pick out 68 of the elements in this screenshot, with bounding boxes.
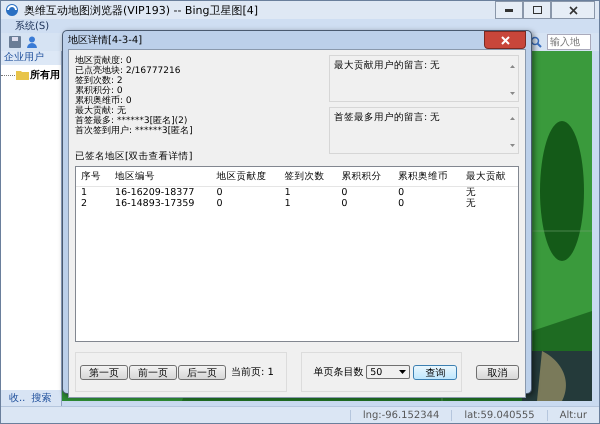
caret-icon bbox=[399, 370, 406, 374]
column-header[interactable]: 地区编号 bbox=[110, 167, 212, 186]
page-button[interactable]: 前一页 bbox=[129, 364, 177, 380]
close-button[interactable] bbox=[551, 1, 595, 19]
dialog-title: 地区详情[4-3-4] bbox=[68, 34, 142, 47]
table-cell: 1 bbox=[280, 186, 336, 198]
search-field[interactable]: 输入地 bbox=[547, 34, 591, 50]
tree-item[interactable]: 所有用 bbox=[30, 68, 60, 82]
message-text: 首签最多用户的留言: 无 bbox=[334, 111, 440, 125]
table-cell-text: 16-14893-17359 bbox=[114, 198, 196, 209]
scroll-down-icon bbox=[510, 92, 514, 95]
column-header[interactable]: 累积积分 bbox=[336, 167, 394, 186]
status-text: lat:59.040555 bbox=[451, 410, 547, 420]
table-cell-text: 1 bbox=[284, 198, 292, 209]
query-button[interactable]: 查询 bbox=[413, 364, 458, 380]
folder-icon bbox=[16, 70, 29, 80]
status-text: lng:-96.152344 bbox=[350, 410, 452, 420]
close-button[interactable] bbox=[484, 31, 526, 49]
table-cell-text: 0 bbox=[216, 198, 224, 209]
column-header[interactable]: 地区贡献度 bbox=[212, 167, 280, 186]
list-label: 已签名地区[双击查看详情] bbox=[75, 150, 194, 163]
scroll-down-icon bbox=[510, 144, 514, 147]
page-size-dropdown[interactable]: 50 bbox=[366, 365, 410, 379]
sidebar-title: 企业用户 bbox=[1, 51, 61, 65]
current-page-text: 当前页: 1 bbox=[231, 366, 274, 379]
page-button[interactable]: 第一页 bbox=[80, 364, 128, 380]
info-text: 签到次数: 2 bbox=[75, 76, 124, 86]
maximize-button[interactable] bbox=[523, 1, 551, 19]
table-cell: 16-16209-18377 bbox=[110, 186, 212, 198]
save-icon bbox=[9, 36, 21, 48]
menu-item[interactable]: 系统(S) bbox=[15, 19, 50, 33]
info-text: 首次签到用户: ******3[匿名] bbox=[75, 126, 193, 136]
column-header[interactable]: 最大贡献 bbox=[461, 167, 518, 186]
table-cell-text: 0 bbox=[340, 198, 348, 209]
info-text: 首签最多: ******3[匿名](2) bbox=[75, 116, 188, 126]
table-cell-text: 0 bbox=[397, 198, 406, 209]
minimize-icon bbox=[505, 8, 513, 12]
status-text: Alt:ur bbox=[546, 410, 599, 420]
scroll-up-icon bbox=[510, 65, 514, 68]
page-button[interactable]: 后一页 bbox=[178, 364, 226, 380]
column-header[interactable]: 序号 bbox=[76, 167, 110, 186]
page-size-label: 单页条目数 bbox=[313, 366, 364, 379]
info-text: 已点亮地块: 2/16777216 bbox=[75, 66, 182, 76]
message-text: 最大贡献用户的留言: 无 bbox=[334, 59, 440, 73]
close-icon bbox=[500, 36, 510, 44]
scroll-up-icon bbox=[510, 117, 514, 120]
info-text: 累积积分: 0 bbox=[75, 86, 124, 96]
table-cell: 0 bbox=[212, 186, 280, 198]
user-icon bbox=[26, 36, 38, 48]
close-icon bbox=[568, 6, 578, 14]
restore-icon bbox=[532, 6, 542, 14]
table-cell-text: 2 bbox=[80, 198, 88, 209]
column-header[interactable]: 签到次数 bbox=[280, 167, 336, 186]
table-cell: 1 bbox=[76, 186, 110, 198]
sidebar-tab[interactable]: 搜索 bbox=[31, 391, 52, 405]
info-text: 累积奥维币: 0 bbox=[75, 96, 133, 106]
info-text: 最大贡献: 无 bbox=[75, 106, 127, 116]
column-header[interactable]: 累积奥维币 bbox=[393, 167, 462, 186]
table-cell: 无 bbox=[461, 186, 518, 198]
minimize-button[interactable] bbox=[495, 1, 523, 19]
table-cell: 0 bbox=[393, 186, 462, 198]
cancel-button[interactable]: 取消 bbox=[476, 364, 520, 380]
table-cell-text: 无 bbox=[465, 198, 478, 209]
sidebar-tab[interactable]: 收.. bbox=[9, 391, 26, 405]
table-cell: 0 bbox=[336, 186, 394, 198]
search-icon bbox=[530, 36, 542, 48]
window-title: 奥维互动地图浏览器(VIP193) -- Bing卫星图[4] bbox=[24, 2, 260, 18]
info-text: 地区贡献度: 0 bbox=[75, 56, 133, 66]
